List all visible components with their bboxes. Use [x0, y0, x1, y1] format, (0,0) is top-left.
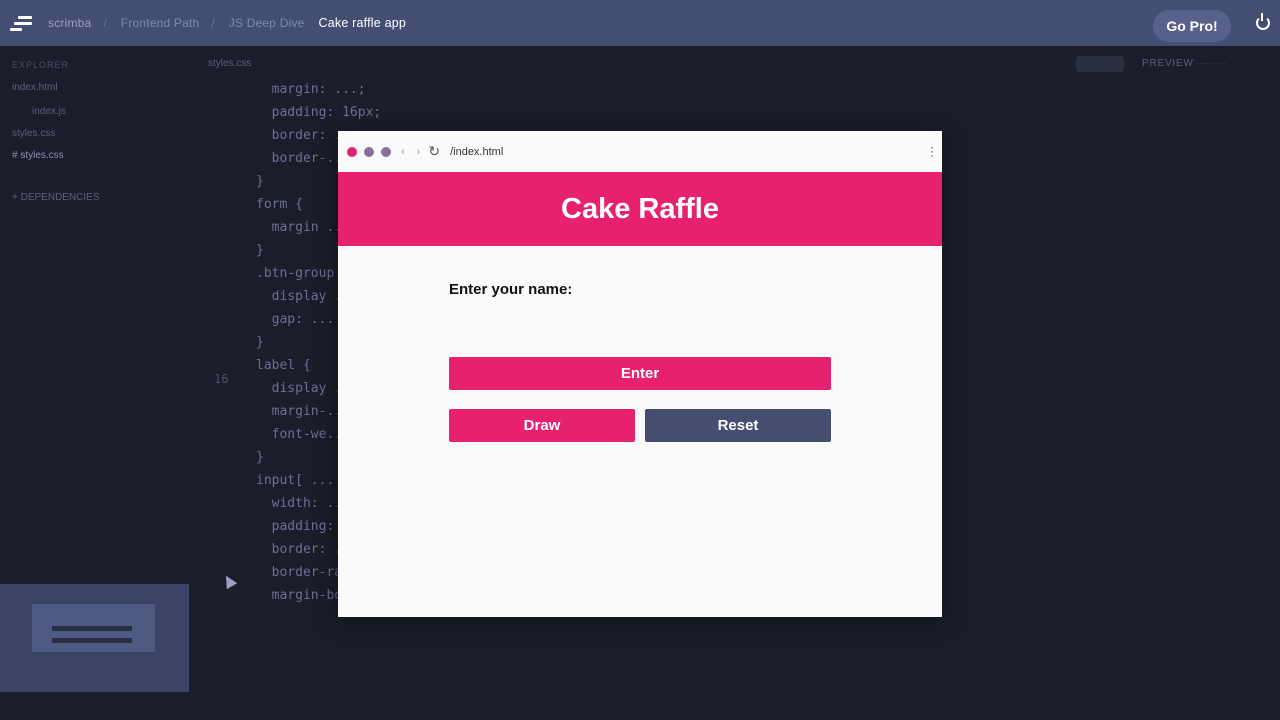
preview-thumbnail[interactable]: [0, 584, 189, 692]
top-bar: scrimba / Frontend Path / JS Deep Dive C…: [0, 0, 1280, 46]
breadcrumb-current: Cake raffle app: [318, 16, 407, 30]
preview-tab[interactable]: PREVIEW: [1142, 58, 1194, 69]
minimize-dot-icon[interactable]: [364, 146, 374, 157]
line-number: 16: [214, 372, 229, 386]
back-arrow-icon[interactable]: ‹: [401, 146, 405, 158]
code-line[interactable]: padding: 16px;: [256, 101, 420, 124]
name-label: Enter your name:: [449, 281, 573, 298]
view-toggle[interactable]: [1076, 56, 1124, 72]
file-item[interactable]: index.js: [32, 106, 66, 117]
file-item-active[interactable]: # styles.css: [12, 150, 64, 161]
code-line[interactable]: margin: ...;: [256, 78, 420, 101]
raffle-form: Enter your name: Enter Draw Reset: [449, 281, 831, 442]
breadcrumb-course[interactable]: JS Deep Dive: [229, 16, 305, 30]
explorer-header: EXPLORER: [12, 60, 70, 70]
scrimba-logo-icon[interactable]: [8, 13, 34, 33]
url-bar[interactable]: /index.html: [450, 146, 503, 158]
more-options-icon[interactable]: · · ·: [930, 141, 934, 161]
forward-arrow-icon[interactable]: ›: [417, 146, 421, 158]
enter-button[interactable]: Enter: [449, 357, 831, 390]
draw-button[interactable]: Draw: [449, 409, 635, 442]
app-header: Cake Raffle: [338, 172, 942, 246]
reset-button[interactable]: Reset: [645, 409, 831, 442]
app-title: Cake Raffle: [561, 192, 719, 225]
breadcrumb-path[interactable]: Frontend Path: [121, 16, 200, 30]
power-icon[interactable]: [1256, 13, 1270, 30]
file-item[interactable]: styles.css: [12, 128, 55, 139]
maximize-dot-icon[interactable]: [381, 146, 391, 157]
preview-browser: ‹ › ↻ /index.html · · · Cake Raffle Enter …: [338, 131, 942, 617]
dependencies-section[interactable]: + DEPENDENCIES: [12, 192, 100, 203]
mouse-cursor-icon: [220, 572, 238, 590]
editor-tab-styles[interactable]: styles.css: [208, 58, 251, 69]
file-item[interactable]: index.html: [12, 82, 58, 93]
reload-icon[interactable]: ↻: [428, 143, 440, 160]
browser-toolbar: ‹ › ↻ /index.html · · ·: [338, 131, 942, 172]
close-dot-icon[interactable]: [347, 146, 357, 157]
go-pro-button[interactable]: Go Pro!: [1153, 10, 1231, 42]
editor-options[interactable]: ·········: [1196, 58, 1226, 69]
brand-name[interactable]: scrimba: [48, 16, 91, 30]
